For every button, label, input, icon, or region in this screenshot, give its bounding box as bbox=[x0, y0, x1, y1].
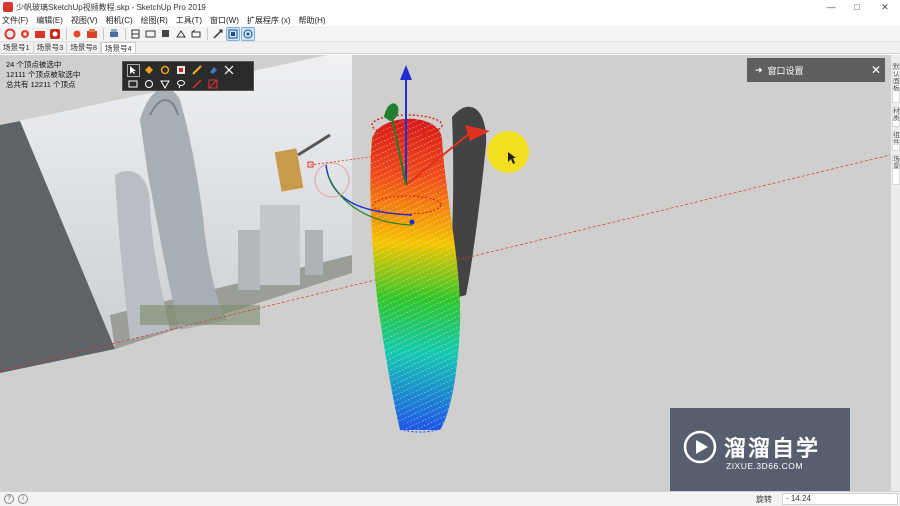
move-active-icon[interactable] bbox=[241, 26, 255, 41]
window-settings-panel[interactable]: ➜ 窗口设置 ✕ bbox=[747, 58, 885, 82]
selected-vertex-count: 24 个顶点被选中 bbox=[6, 60, 62, 69]
folder-red-icon[interactable] bbox=[33, 27, 47, 41]
panel-close-icon[interactable]: ✕ bbox=[867, 63, 885, 77]
mouse-cursor-icon bbox=[508, 152, 516, 164]
erase-vertex-icon[interactable] bbox=[191, 78, 204, 91]
menu-file[interactable]: 文件(F) bbox=[2, 15, 28, 26]
vertex-selection-info: 24 个顶点被选中 12111 个顶点被软选中 总共有 12211 个顶点 bbox=[6, 60, 80, 90]
soft-selected-vertex-count: 12111 个顶点被软选中 bbox=[6, 70, 81, 79]
menu-camera[interactable]: 相机(C) bbox=[106, 15, 133, 26]
clear-selection-icon[interactable] bbox=[207, 78, 220, 91]
panel-arrow-icon: ➜ bbox=[755, 64, 763, 75]
extension-warehouse-icon[interactable] bbox=[3, 27, 17, 41]
measurement-label: 旋转 bbox=[756, 495, 772, 504]
soft-selection-tower bbox=[370, 114, 461, 433]
reference-photo bbox=[0, 55, 352, 373]
geolocation-icon[interactable]: ? bbox=[4, 494, 14, 504]
menu-bar: 文件(F) 编辑(E) 视图(V) 相机(C) 绘图(R) 工具(T) 窗口(W… bbox=[0, 14, 900, 26]
extrude-icon[interactable] bbox=[207, 64, 220, 77]
menu-window[interactable]: 窗口(W) bbox=[210, 15, 239, 26]
view-side-icon[interactable] bbox=[174, 27, 188, 41]
merge-icon[interactable] bbox=[223, 64, 236, 77]
minimize-button[interactable]: — bbox=[818, 0, 844, 14]
watermark-subtitle: ZIXUE.3D66.COM bbox=[726, 461, 803, 471]
menu-help[interactable]: 帮助(H) bbox=[298, 15, 325, 26]
play-logo-icon bbox=[683, 430, 717, 464]
total-vertex-count: 总共有 12211 个顶点 bbox=[6, 80, 76, 89]
components-icon[interactable] bbox=[85, 27, 99, 41]
vertex-rotate-icon[interactable] bbox=[159, 64, 172, 77]
tab-scene-8[interactable]: 场景号8 bbox=[67, 42, 102, 53]
view-iso-icon[interactable] bbox=[189, 27, 203, 41]
tab-scene-1[interactable]: 场景号1 bbox=[0, 42, 34, 53]
tray-tab-components[interactable]: 组件 bbox=[892, 131, 900, 151]
window-title: 少帆玻璃SketchUp视频教程.skp - SketchUp Pro 2019 bbox=[16, 2, 206, 12]
menu-view[interactable]: 视图(V) bbox=[71, 15, 98, 26]
close-button[interactable]: ✕ bbox=[872, 0, 898, 14]
main-toolbar bbox=[0, 26, 900, 42]
maximize-button[interactable]: □ bbox=[844, 0, 870, 14]
tab-scene-4[interactable]: 场景号4 bbox=[101, 42, 136, 53]
soft-select-icon[interactable] bbox=[191, 64, 204, 77]
vertex-tools-palette bbox=[122, 61, 254, 91]
info-icon[interactable]: i bbox=[18, 494, 28, 504]
rect-select-icon[interactable] bbox=[127, 78, 140, 91]
zoom-extents-icon[interactable] bbox=[211, 27, 225, 41]
toolbar-divider bbox=[207, 27, 208, 40]
title-bar: 少帆玻璃SketchUp视频教程.skp - SketchUp Pro 2019… bbox=[0, 0, 900, 14]
modeling-viewport[interactable]: 24 个顶点被选中 12111 个顶点被软选中 总共有 12211 个顶点 ➜ … bbox=[0, 55, 890, 491]
panel-title: 窗口设置 bbox=[767, 65, 804, 76]
menu-extensions[interactable]: 扩展程序 (x) bbox=[247, 15, 291, 26]
watermark-title: 溜溜自学 bbox=[724, 436, 821, 461]
tab-scene-3[interactable]: 场景号3 bbox=[34, 42, 68, 53]
tray-tab-default[interactable]: 默认面板 bbox=[892, 63, 900, 103]
view-box-icon[interactable] bbox=[159, 27, 173, 41]
vertex-scale-icon[interactable] bbox=[175, 64, 188, 77]
vertex-select-icon[interactable] bbox=[126, 63, 140, 77]
polygon-select-icon[interactable] bbox=[159, 78, 172, 91]
tray-side-strip: 默认面板 材质 组件 场景 bbox=[890, 55, 900, 491]
view-front-icon[interactable] bbox=[144, 27, 158, 41]
vertex-move-icon[interactable] bbox=[143, 64, 156, 77]
toolbar-divider bbox=[66, 27, 67, 40]
watermark-logo: 溜溜自学 ZIXUE.3D66.COM bbox=[670, 408, 850, 491]
toolbar-divider bbox=[125, 27, 126, 40]
measurement-input[interactable]: - 14.24 bbox=[782, 493, 898, 505]
tray-tab-materials[interactable]: 材质 bbox=[892, 107, 900, 127]
menu-draw[interactable]: 绘图(R) bbox=[141, 15, 168, 26]
warehouse-icon[interactable] bbox=[48, 27, 62, 41]
view-top-icon[interactable] bbox=[129, 27, 143, 41]
toolbar-divider bbox=[103, 27, 104, 40]
print-icon[interactable] bbox=[107, 27, 121, 41]
lasso-select-icon[interactable] bbox=[175, 78, 188, 91]
select-active-icon[interactable] bbox=[226, 26, 240, 41]
sun-settings-icon[interactable] bbox=[70, 27, 84, 41]
scene-tabs: 场景号1 场景号3 场景号8 场景号4 bbox=[0, 42, 900, 54]
circle-select-icon[interactable] bbox=[143, 78, 156, 91]
menu-tools[interactable]: 工具(T) bbox=[176, 15, 202, 26]
menu-edit[interactable]: 编辑(E) bbox=[36, 15, 63, 26]
sketchup-app-icon bbox=[3, 2, 13, 12]
sketchup-gear-icon[interactable] bbox=[18, 27, 32, 41]
tray-tab-scenes[interactable]: 场景 bbox=[892, 155, 900, 185]
status-bar: ? i 旋转 - 14.24 bbox=[0, 491, 900, 506]
